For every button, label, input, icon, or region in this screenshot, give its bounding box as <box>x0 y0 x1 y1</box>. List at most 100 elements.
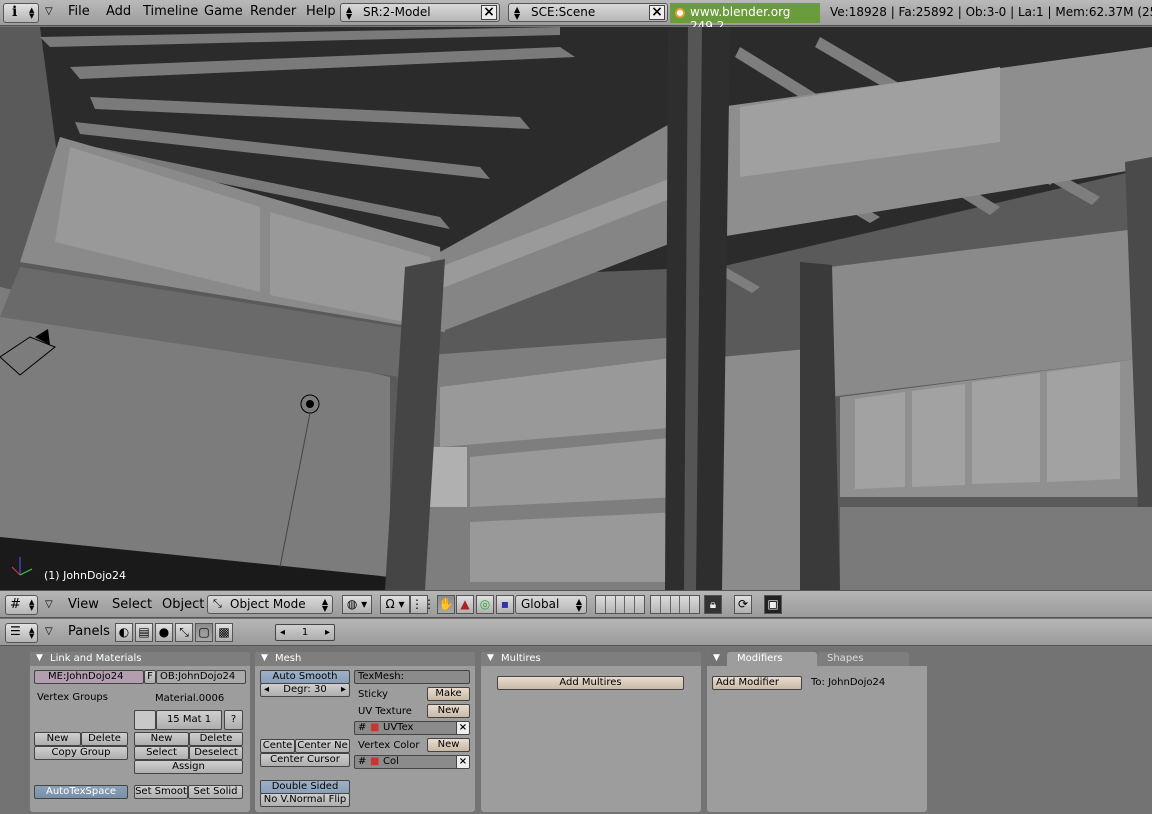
screen-name[interactable]: SR:2-Model <box>363 5 431 19</box>
sticky-make-button[interactable]: Make <box>427 687 470 701</box>
modifiers-header: ▼ Modifiers Shapes <box>707 652 927 666</box>
menu-object[interactable]: Object <box>162 597 204 612</box>
vgroup-new-button[interactable]: New <box>34 732 81 746</box>
menu-view[interactable]: View <box>68 597 99 612</box>
vcol-delete-icon[interactable]: × <box>456 756 469 768</box>
object-name-field[interactable]: OB:JohnDojo24 <box>156 670 246 684</box>
modifiers-collapse-icon[interactable]: ▼ <box>713 653 720 663</box>
vgroup-delete-button[interactable]: Delete <box>81 732 128 746</box>
copy-group-button[interactable]: Copy Group <box>34 746 128 760</box>
mesh-name-value: ME:JohnDojo24 <box>48 671 124 682</box>
vcol-render-icon[interactable]: ■ <box>370 756 379 768</box>
menu-render[interactable]: Render <box>250 4 296 19</box>
menu-game[interactable]: Game <box>204 4 243 19</box>
center-new-button[interactable]: Center Ne <box>295 739 350 753</box>
panels-menu[interactable]: Panels <box>68 624 110 639</box>
autotexspace-toggle[interactable]: AutoTexSpace <box>34 785 128 799</box>
screen-selector[interactable]: ▲ ▼ SR:2-Model × <box>340 3 500 22</box>
menu-file[interactable]: File <box>68 4 90 19</box>
add-modifier-button[interactable]: Add Modifier <box>712 676 802 690</box>
mesh-collapse-icon[interactable]: ▼ <box>261 653 268 663</box>
uv-layer-render-icon[interactable]: ■ <box>370 722 379 734</box>
editing-context-icon[interactable]: ▢ <box>195 623 213 642</box>
orientation-selector[interactable]: Global ▲ ▼ <box>515 595 587 614</box>
draw-type-icon[interactable]: ◍ ▾ <box>342 595 372 614</box>
frame-number-field[interactable]: ◂ 1 ▸ <box>275 624 335 641</box>
no-vnormal-flip-toggle[interactable]: No V.Normal Flip <box>260 793 350 807</box>
scene-name[interactable]: SCE:Scene <box>531 5 595 19</box>
vertex-color-new-button[interactable]: New <box>427 738 470 752</box>
menu-timeline[interactable]: Timeline <box>143 4 198 19</box>
frame-left-arrow-icon[interactable]: ◂ <box>280 625 285 640</box>
material-color-swatch[interactable] <box>134 710 156 730</box>
material-assign-button[interactable]: Assign <box>134 760 243 774</box>
script-context-icon[interactable]: ▤ <box>135 623 153 642</box>
scene-context-icon[interactable]: ▩ <box>215 623 233 642</box>
translate-icon[interactable]: ▲ <box>456 595 474 614</box>
set-solid-button[interactable]: Set Solid <box>188 785 243 799</box>
orientation-dropdown-icon: ▲ ▼ <box>575 597 582 613</box>
degr-field[interactable]: ◂ Degr: 30 ▸ <box>260 683 350 697</box>
layer-buttons-left[interactable] <box>595 595 645 614</box>
texmesh-field[interactable]: TexMesh: <box>354 670 470 684</box>
tab-modifiers[interactable]: Modifiers <box>727 652 817 666</box>
mesh-header[interactable]: ▼ Mesh <box>255 652 475 666</box>
degr-left-arrow-icon[interactable]: ◂ <box>264 684 269 696</box>
grid-icon: # <box>10 597 21 612</box>
scale-icon[interactable]: ▪ <box>496 595 514 614</box>
set-smooth-button[interactable]: Set Smoot <box>134 785 188 799</box>
material-index-field[interactable]: 15 Mat 1 <box>156 710 222 730</box>
lock-icon[interactable]: 🔒︎ <box>704 595 722 614</box>
manipulator-hand-icon[interactable]: ✋ <box>437 595 455 614</box>
material-deselect-button[interactable]: Deselect <box>189 746 243 760</box>
material-new-button[interactable]: New <box>134 732 189 746</box>
panel-collapse-icon[interactable]: ▼ <box>36 653 43 663</box>
degr-right-arrow-icon[interactable]: ▸ <box>341 684 346 696</box>
center-cursor-button[interactable]: Center Cursor <box>260 753 350 767</box>
material-delete-button[interactable]: Delete <box>189 732 243 746</box>
blender-version-link[interactable]: www.blender.org 249.2 <box>670 3 820 33</box>
menu-help[interactable]: Help <box>306 4 336 19</box>
vertex-color-row[interactable]: # ■ Col × <box>354 755 470 769</box>
collapse-menu-icon[interactable]: ▽ <box>45 6 53 17</box>
uv-layer-delete-icon[interactable]: × <box>456 722 469 734</box>
editor-type-arrows-icon: ▲ ▼ <box>29 6 35 20</box>
render-preview-icon[interactable]: ⟳ <box>734 595 752 614</box>
view-editor-type-button[interactable]: # ▲ ▼ <box>5 595 38 615</box>
scene-selector[interactable]: ▲ ▼ SCE:Scene × <box>508 3 668 22</box>
buttons-editor-type-button[interactable]: ☰ ▲ ▼ <box>5 623 38 643</box>
editor-type-button[interactable]: i ▲ ▼ <box>3 3 39 23</box>
logic-context-icon[interactable]: ◐ <box>115 623 133 642</box>
fake-user-button[interactable]: F <box>144 670 156 684</box>
menu-add[interactable]: Add <box>106 4 131 19</box>
view-collapse-icon[interactable]: ▽ <box>45 599 53 610</box>
link-materials-header[interactable]: ▼ Link and Materials <box>30 652 250 666</box>
mode-selector[interactable]: ⤡ Object Mode ▲ ▼ <box>207 595 333 614</box>
menu-select[interactable]: Select <box>112 597 152 612</box>
centre-button[interactable]: Cente <box>260 739 295 753</box>
close-scene-icon[interactable]: × <box>649 5 665 20</box>
uv-new-button[interactable]: New <box>427 704 470 718</box>
uv-layer-row[interactable]: # ■ UVTex × <box>354 721 470 735</box>
snap-icon[interactable]: ⋮⋮ <box>410 595 435 614</box>
multires-header[interactable]: ▼ Multires <box>481 652 701 666</box>
buttons-collapse-icon[interactable]: ▽ <box>45 626 53 637</box>
pivot-icon[interactable]: Ω ▾ <box>380 595 410 614</box>
mesh-name-field[interactable]: ME:JohnDojo24 <box>34 670 144 684</box>
layer-buttons-right[interactable] <box>650 595 700 614</box>
tab-shapes[interactable]: Shapes <box>817 652 909 666</box>
shading-context-icon[interactable]: ● <box>155 623 173 642</box>
render-icon[interactable]: ▣ <box>764 595 782 614</box>
object-context-icon[interactable]: ⤡ <box>175 623 193 642</box>
auto-smooth-toggle[interactable]: Auto Smooth <box>260 670 350 684</box>
multires-collapse-icon[interactable]: ▼ <box>487 653 494 663</box>
sticky-label: Sticky <box>358 689 388 700</box>
frame-right-arrow-icon[interactable]: ▸ <box>325 625 330 640</box>
material-help-button[interactable]: ? <box>224 710 243 730</box>
3d-viewport[interactable]: (1) JohnDojo24 <box>0 27 1152 590</box>
close-screen-icon[interactable]: × <box>481 5 497 20</box>
add-multires-button[interactable]: Add Multires <box>497 676 684 690</box>
material-select-button[interactable]: Select <box>134 746 189 760</box>
double-sided-toggle[interactable]: Double Sided <box>260 780 350 794</box>
rotate-icon[interactable]: ◎ <box>476 595 494 614</box>
